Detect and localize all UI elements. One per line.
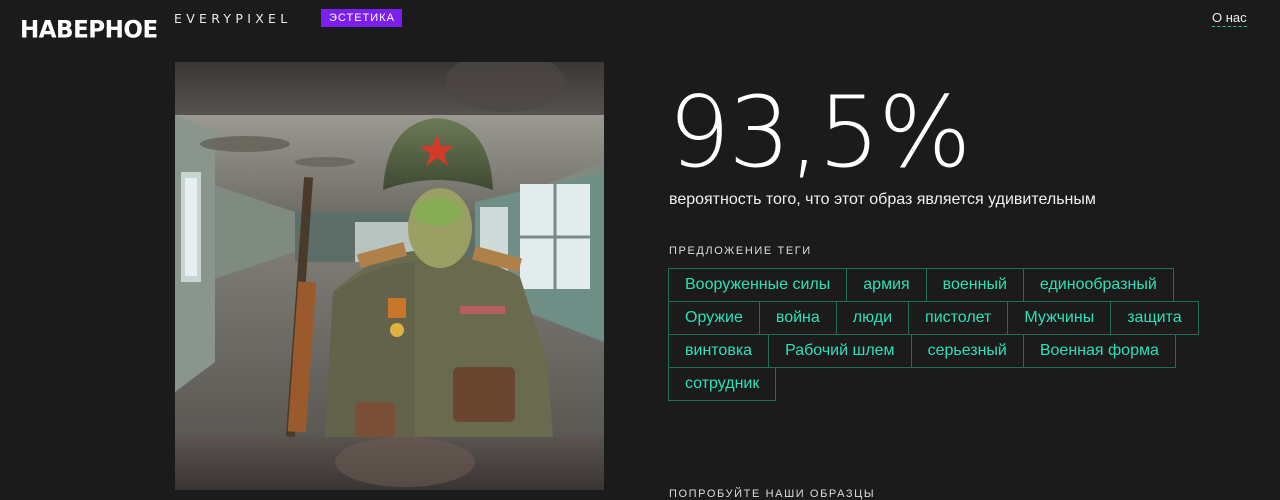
- suggested-tags-title: ПРЕДЛОЖЕНИЕ ТЕГИ: [669, 245, 812, 257]
- tag[interactable]: люди: [835, 301, 910, 335]
- tags-row: Вооруженные силы армия военный единообра…: [668, 268, 1238, 302]
- tag[interactable]: Вооруженные силы: [668, 268, 848, 302]
- uploaded-photo: [175, 62, 604, 490]
- percentage-description: вероятность того, что этот образ являетс…: [669, 191, 1096, 208]
- aesthetics-badge: ЭСТЕТИКА: [321, 9, 402, 27]
- everypixel-brand[interactable]: EVERYPIXEL: [174, 11, 292, 26]
- tag[interactable]: армия: [846, 268, 927, 302]
- tags-row: Оружие война люди пистолет Мужчины защит…: [668, 301, 1238, 335]
- tag[interactable]: сотрудник: [668, 367, 777, 401]
- tag[interactable]: Оружие: [668, 301, 760, 335]
- tag[interactable]: пистолет: [908, 301, 1009, 335]
- tags-list: Вооруженные силы армия военный единообра…: [668, 268, 1238, 401]
- tags-row: винтовка Рабочий шлем серьезный Военная …: [668, 334, 1238, 368]
- tag[interactable]: защита: [1110, 301, 1199, 335]
- about-link[interactable]: О нас: [1212, 10, 1247, 27]
- try-samples-title: ПОПРОБУЙТЕ НАШИ ОБРАЗЦЫ: [669, 488, 876, 500]
- tags-row: сотрудник: [668, 367, 1238, 401]
- tag[interactable]: серьезный: [910, 334, 1024, 368]
- tag[interactable]: война: [758, 301, 837, 335]
- photo-soldier-in-corridor: [175, 62, 604, 490]
- tag[interactable]: Мужчины: [1007, 301, 1112, 335]
- tag[interactable]: винтовка: [668, 334, 770, 368]
- site-logo[interactable]: НАВЕРНОЕ: [20, 16, 158, 43]
- tag[interactable]: Рабочий шлем: [768, 334, 912, 368]
- aesthetic-percentage: 93,5%: [668, 76, 971, 190]
- tag[interactable]: Военная форма: [1022, 334, 1176, 368]
- tag[interactable]: военный: [925, 268, 1024, 302]
- tag[interactable]: единообразный: [1022, 268, 1174, 302]
